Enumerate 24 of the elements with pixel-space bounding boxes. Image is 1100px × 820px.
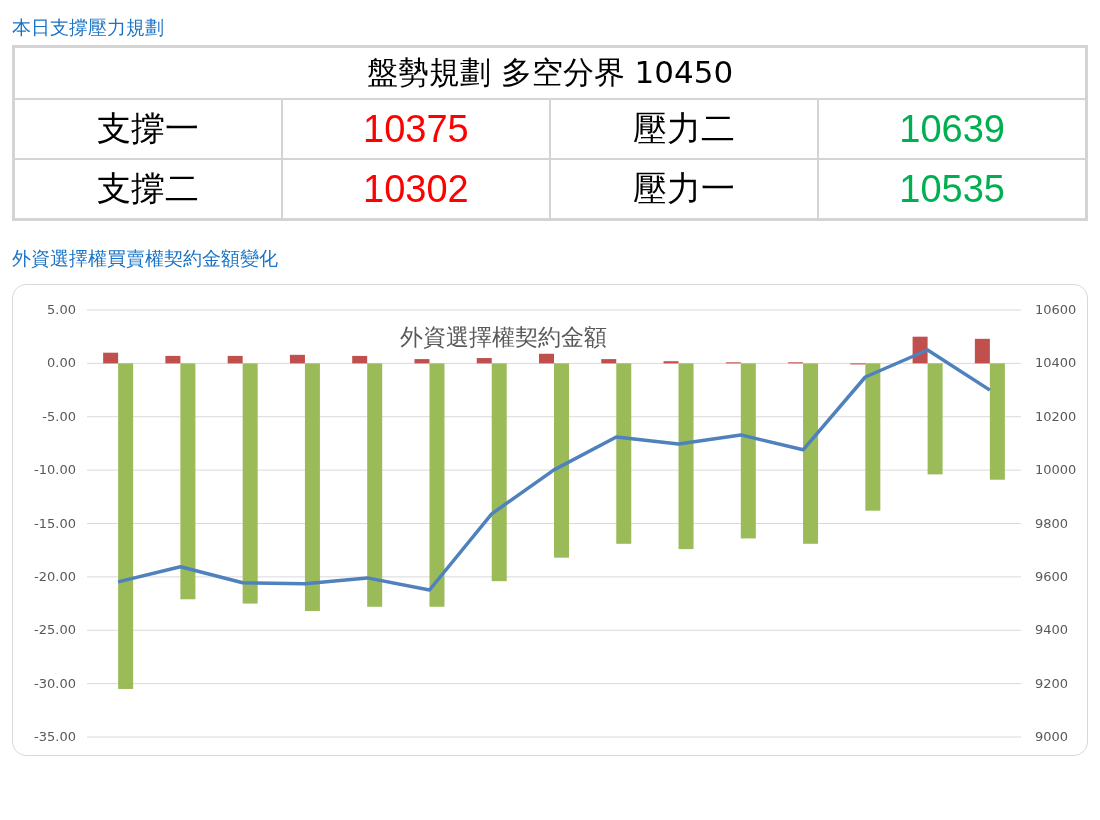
axis-label: 9200 — [1035, 675, 1069, 691]
axis-label: -10.00 — [34, 462, 76, 478]
axis-label: 0.00 — [47, 355, 76, 371]
axis-label: 10400 — [1035, 355, 1077, 371]
axis-label: -5.00 — [42, 408, 76, 424]
axis-label: 10200 — [1035, 408, 1077, 424]
axis-label: -30.00 — [34, 675, 76, 691]
table-cell: 支撐一 — [13, 99, 282, 159]
chart-title: 外資選擇權契約金額 — [399, 324, 607, 350]
table-cell: 10375 — [281, 99, 550, 159]
table-cell: 壓力二 — [550, 99, 819, 159]
axis-label: 9600 — [1035, 568, 1069, 584]
axis-label: -25.00 — [34, 622, 76, 638]
axis-label: 9400 — [1035, 622, 1069, 638]
axis-label: -20.00 — [34, 568, 76, 584]
axis-label: 10600 — [1035, 302, 1077, 317]
axis-label: -35.00 — [34, 729, 76, 744]
section-title: 本日支撐壓力規劃 — [12, 15, 165, 40]
axis-label: -15.00 — [34, 515, 76, 531]
section-title: 外資選擇權買賣權契約金額變化 — [12, 246, 279, 271]
axis-label: 10000 — [1035, 462, 1077, 478]
axis-label: 9000 — [1035, 729, 1069, 744]
axis-label: 9800 — [1035, 515, 1069, 531]
axis-label: 5.00 — [47, 302, 76, 317]
